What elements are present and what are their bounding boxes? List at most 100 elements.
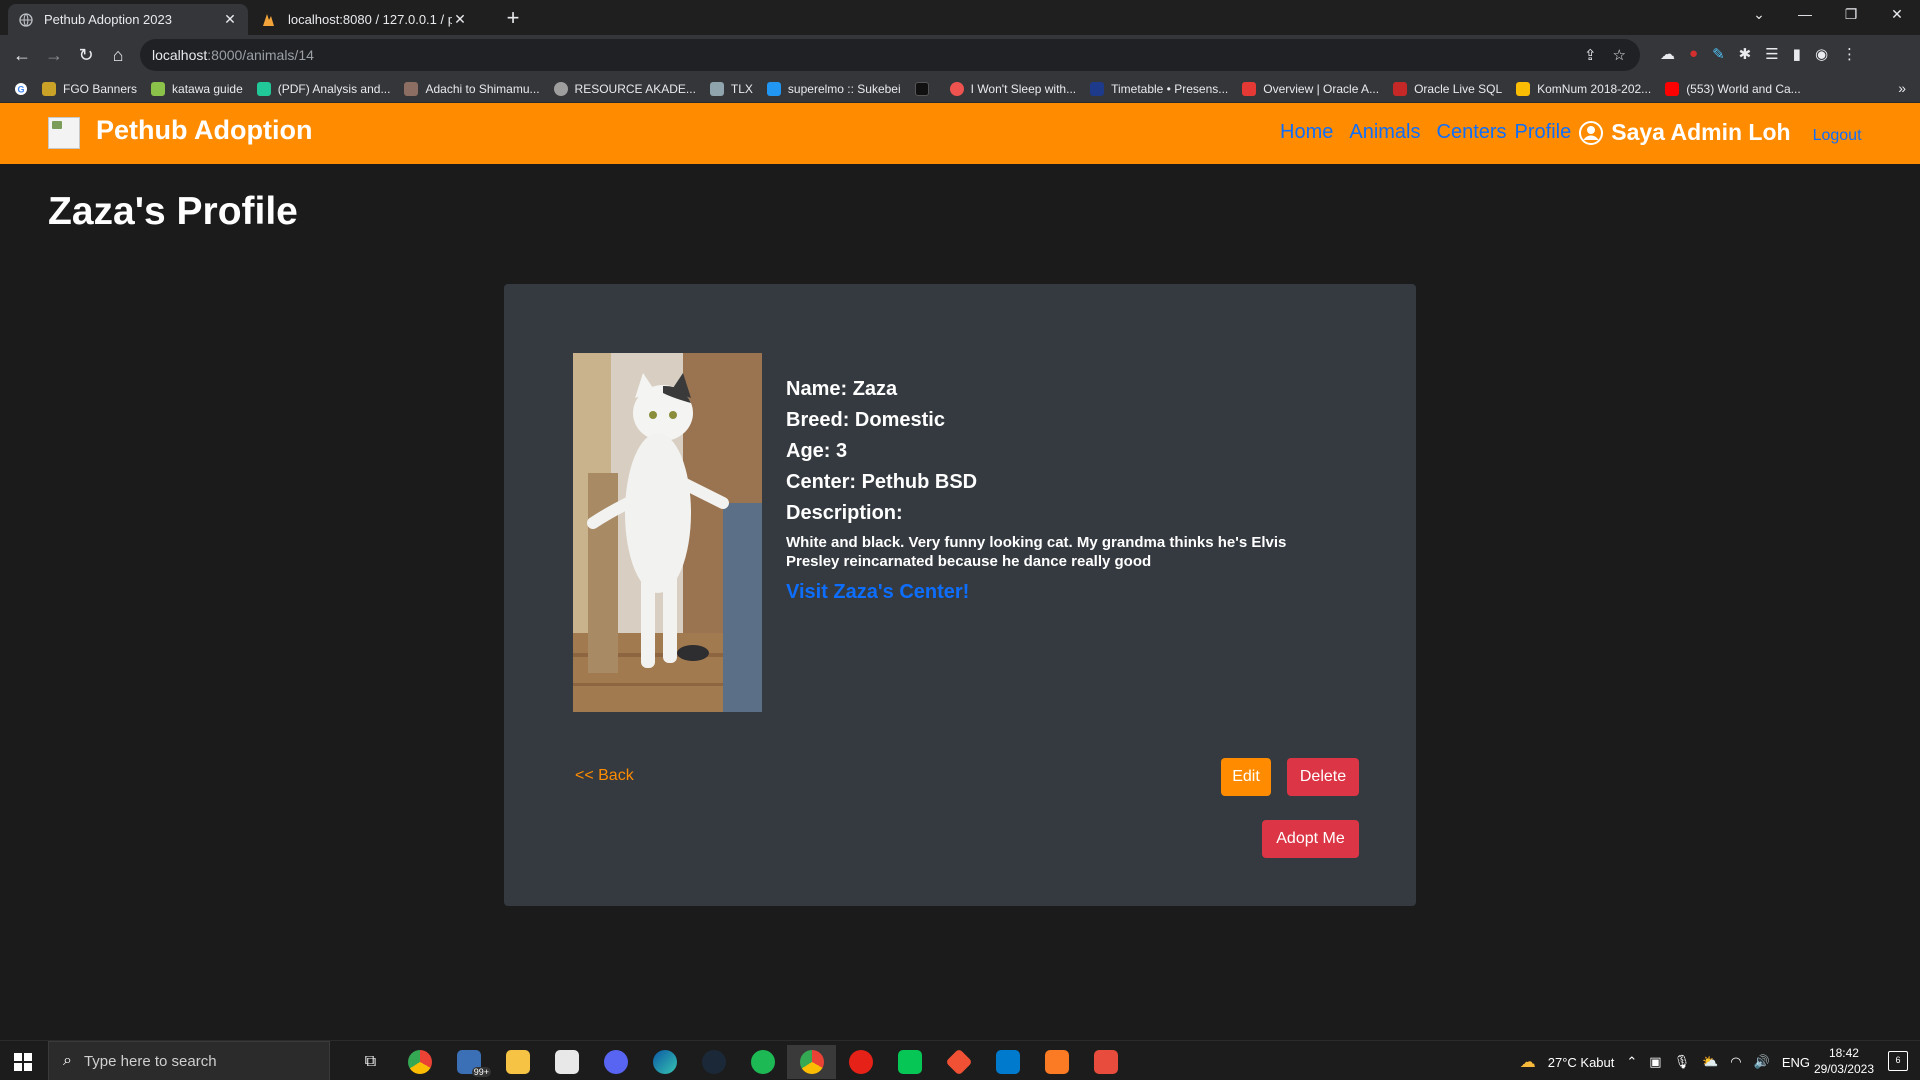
brand-logo-broken-image[interactable] bbox=[48, 117, 80, 149]
restore-icon[interactable]: ❐ bbox=[1828, 0, 1874, 30]
brand-title[interactable]: Pethub Adoption bbox=[96, 115, 312, 146]
clock[interactable]: 18:42 29/03/2023 bbox=[1814, 1045, 1874, 1077]
nav-links: Home Animals Centers Profile Saya Admin … bbox=[1280, 119, 1862, 146]
tab-search-icon[interactable]: ⌄ bbox=[1736, 0, 1782, 30]
bookmark-icon bbox=[1516, 81, 1531, 96]
store-icon[interactable] bbox=[542, 1045, 591, 1079]
bookmark-item[interactable]: katawa guide bbox=[151, 81, 243, 96]
close-window-icon[interactable]: ✕ bbox=[1874, 0, 1920, 30]
tab-phpmyadmin[interactable]: localhost:8080 / 127.0.0.1 / pethu ✕ bbox=[252, 4, 478, 35]
bookmark-item[interactable]: I Won't Sleep with... bbox=[949, 81, 1077, 96]
animal-center: Center: Pethub BSD bbox=[786, 471, 978, 493]
google-bookmark[interactable]: G bbox=[14, 82, 28, 96]
vscode-icon[interactable] bbox=[983, 1045, 1032, 1079]
notification-count: 6 bbox=[1895, 1055, 1901, 1065]
tab-strip: Pethub Adoption 2023 ✕ localhost:8080 / … bbox=[0, 0, 1920, 35]
media-queue-icon[interactable]: ☰ bbox=[1765, 45, 1778, 63]
back-arrow-icon[interactable]: ← bbox=[8, 41, 36, 69]
bookmark-item[interactable]: Adachi to Shimamu... bbox=[404, 81, 540, 96]
onedrive-icon[interactable]: ⛅ bbox=[1702, 1054, 1718, 1070]
animal-profile-card: Name: Zaza Breed: Domestic Age: 3 Center… bbox=[504, 284, 1416, 906]
puzzle-icon[interactable]: ✱ bbox=[1739, 45, 1752, 63]
bookmark-item[interactable]: Overview | Oracle A... bbox=[1242, 81, 1379, 96]
line-icon[interactable] bbox=[885, 1045, 934, 1079]
bookmark-item[interactable]: superelmo :: Sukebei bbox=[766, 81, 901, 96]
share-icon[interactable]: ⇪ bbox=[1584, 46, 1597, 64]
chrome-icon[interactable] bbox=[395, 1045, 444, 1079]
description-label: Description: bbox=[786, 502, 903, 524]
youtube-music-icon[interactable] bbox=[836, 1045, 885, 1079]
bookmark-item[interactable]: KomNum 2018-202... bbox=[1516, 81, 1651, 96]
new-tab-button[interactable]: + bbox=[500, 6, 526, 32]
microphone-icon[interactable]: 🎙 bbox=[1674, 1054, 1691, 1070]
cloud-extension-icon[interactable]: ☁ bbox=[1660, 45, 1675, 63]
menu-dots-icon[interactable]: ⋮ bbox=[1842, 45, 1857, 63]
bookmark-item[interactable]: (553) World and Ca... bbox=[1665, 81, 1801, 96]
bookmark-item[interactable]: TLX bbox=[709, 81, 753, 96]
profile-avatar-icon[interactable]: ◉ bbox=[1815, 45, 1828, 63]
system-tray: ☁ 27°C Kabut ⌃ ▣ 🎙 ⛅ ◠ 🔊 ENG bbox=[1520, 1052, 1810, 1072]
language-indicator[interactable]: ENG bbox=[1782, 1055, 1810, 1070]
bookmark-item[interactable]: (PDF) Analysis and... bbox=[256, 81, 391, 96]
wifi-icon[interactable]: ◠ bbox=[1730, 1054, 1741, 1070]
nav-home[interactable]: Home bbox=[1280, 121, 1333, 144]
edge-icon[interactable] bbox=[640, 1045, 689, 1079]
side-panel-icon[interactable]: ▮ bbox=[1793, 45, 1801, 63]
user-menu[interactable]: Saya Admin Loh bbox=[1579, 119, 1791, 146]
back-link[interactable]: << Back bbox=[575, 767, 634, 785]
nav-centers[interactable]: Centers bbox=[1437, 121, 1507, 144]
close-tab-icon[interactable]: ✕ bbox=[452, 11, 468, 28]
user-circle-icon bbox=[1579, 120, 1604, 145]
extensions-area: ☁ ● ✎ ✱ ☰ ▮ ◉ ⋮ bbox=[1660, 45, 1857, 63]
bookmark-item[interactable]: FGO Banners bbox=[42, 81, 137, 96]
adopt-me-button[interactable]: Adopt Me bbox=[1262, 820, 1359, 858]
visit-center-link[interactable]: Visit Zaza's Center! bbox=[786, 581, 1306, 604]
tab-pethub[interactable]: Pethub Adoption 2023 ✕ bbox=[8, 4, 248, 35]
app-icon[interactable] bbox=[1081, 1045, 1130, 1079]
volume-icon[interactable]: 🔊 bbox=[1754, 1054, 1770, 1070]
browser-toolbar: ← → ↻ ⌂ i localhost:8000/animals/14 ⇪ ☆ … bbox=[0, 35, 1920, 149]
bookmark-item[interactable]: RESOURCE AKADE... bbox=[553, 81, 696, 96]
home-icon[interactable]: ⌂ bbox=[104, 41, 132, 69]
taskbar-search[interactable]: ⌕ Type here to search bbox=[48, 1041, 330, 1080]
xampp-icon[interactable] bbox=[1032, 1045, 1081, 1079]
nav-animals[interactable]: Animals bbox=[1349, 121, 1420, 144]
bookmark-item[interactable]: Timetable • Presens... bbox=[1090, 81, 1228, 96]
spotify-icon[interactable] bbox=[738, 1045, 787, 1079]
weather-icon[interactable]: ☁ bbox=[1520, 1052, 1536, 1072]
discord-icon[interactable] bbox=[591, 1045, 640, 1079]
bookmark-label: Adachi to Shimamu... bbox=[425, 81, 540, 96]
close-tab-icon[interactable]: ✕ bbox=[222, 11, 238, 28]
task-view-icon[interactable]: ⧉ bbox=[346, 1045, 395, 1079]
chevron-up-icon[interactable]: ⌃ bbox=[1626, 1054, 1637, 1070]
weather-text[interactable]: 27°C Kabut bbox=[1548, 1055, 1615, 1070]
edit-button[interactable]: Edit bbox=[1221, 758, 1271, 796]
mail-icon[interactable]: 99+ bbox=[444, 1045, 493, 1079]
bookmark-item[interactable] bbox=[914, 81, 936, 96]
bookmark-label: (PDF) Analysis and... bbox=[277, 81, 391, 96]
nav-profile[interactable]: Profile bbox=[1515, 121, 1572, 144]
bookmark-label: I Won't Sleep with... bbox=[970, 81, 1077, 96]
file-explorer-icon[interactable] bbox=[493, 1045, 542, 1079]
windows-start-icon[interactable] bbox=[14, 1053, 32, 1071]
git-icon[interactable] bbox=[934, 1045, 983, 1079]
reload-icon[interactable]: ↻ bbox=[72, 41, 100, 69]
notification-icon[interactable]: 6 bbox=[1888, 1051, 1908, 1071]
bookmark-item[interactable]: Oracle Live SQL bbox=[1393, 81, 1502, 96]
animal-name: Name: Zaza bbox=[786, 378, 898, 400]
delete-button[interactable]: Delete bbox=[1287, 758, 1359, 796]
translate-extension-icon[interactable]: ✎ bbox=[1712, 45, 1725, 63]
windows-taskbar: ⌕ Type here to search ⧉ 99+ ☁ 27°C Kabut… bbox=[0, 1040, 1920, 1080]
bookmark-icon bbox=[1665, 81, 1680, 96]
bookmark-icon bbox=[766, 81, 781, 96]
steam-icon[interactable] bbox=[689, 1045, 738, 1079]
forward-arrow-icon[interactable]: → bbox=[40, 41, 68, 69]
bookmark-star-icon[interactable]: ☆ bbox=[1613, 46, 1626, 64]
ublock-icon[interactable]: ● bbox=[1689, 45, 1698, 63]
minimize-icon[interactable]: — bbox=[1782, 0, 1828, 30]
meet-icon[interactable]: ▣ bbox=[1649, 1054, 1661, 1070]
chrome-profile-icon[interactable] bbox=[787, 1045, 836, 1079]
chevron-right-icon[interactable]: » bbox=[1898, 80, 1906, 96]
logout-link[interactable]: Logout bbox=[1813, 127, 1862, 145]
address-bar[interactable]: i localhost:8000/animals/14 ⇪ ☆ bbox=[140, 39, 1640, 149]
